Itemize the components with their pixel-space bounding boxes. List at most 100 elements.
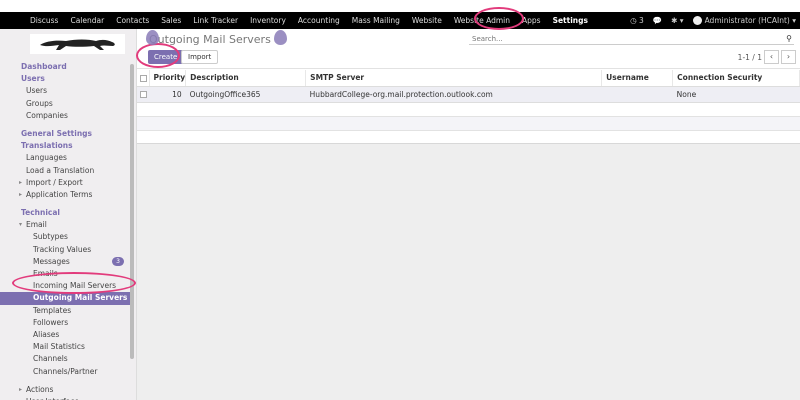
checkbox-icon bbox=[140, 91, 147, 98]
servers-table: Priority Description SMTP Server Usernam… bbox=[137, 70, 800, 145]
chat-icon[interactable]: 💬 bbox=[653, 16, 662, 25]
sidebar-item-label: General Settings bbox=[21, 128, 93, 138]
cell-description: OutgoingOffice365 bbox=[185, 86, 306, 103]
sidebar-item-import-export[interactable]: Import / Export bbox=[0, 177, 130, 189]
sidebar-item-aliases[interactable]: Aliases bbox=[0, 329, 130, 341]
sidebar-item-label: Mail Statistics bbox=[33, 342, 85, 352]
sidebar-item-languages[interactable]: Languages bbox=[0, 152, 130, 164]
cell-username bbox=[601, 86, 673, 103]
row-checkbox[interactable] bbox=[137, 86, 149, 103]
sidebar-item-mail-statistics[interactable]: Mail Statistics bbox=[0, 341, 130, 353]
sidebar-item-label: Application Terms bbox=[26, 189, 93, 199]
menu-item-discuss[interactable]: Discuss bbox=[24, 12, 64, 29]
sidebar-item-outgoing-mail-servers[interactable]: Outgoing Mail Servers bbox=[0, 292, 130, 305]
pager-next-button[interactable]: › bbox=[781, 50, 796, 64]
sidebar-item-load-a-translation[interactable]: Load a Translation bbox=[0, 165, 130, 177]
activity-indicator[interactable]: ◷ 3 bbox=[630, 16, 644, 25]
search-bar[interactable]: ⚲ bbox=[469, 33, 794, 45]
sidebar-item-incoming-mail-servers[interactable]: Incoming Mail Servers bbox=[0, 280, 130, 292]
sidebar-item-user-interface[interactable]: User Interface bbox=[0, 396, 130, 400]
sidebar-item-technical[interactable]: Technical bbox=[0, 207, 130, 219]
table-row[interactable]: 10 OutgoingOffice365 HubbardCollege-org.… bbox=[137, 86, 800, 103]
sidebar-item-channels-partner[interactable]: Channels/Partner bbox=[0, 366, 130, 378]
sidebar-item-followers[interactable]: Followers bbox=[0, 317, 130, 329]
avatar bbox=[692, 16, 702, 26]
menu-item-sales[interactable]: Sales bbox=[155, 12, 187, 29]
sidebar-item-subtypes[interactable]: Subtypes bbox=[0, 231, 130, 243]
annotation-marker bbox=[146, 30, 159, 45]
sidebar-item-label: Actions bbox=[26, 384, 54, 394]
sidebar-item-users[interactable]: Users bbox=[0, 85, 130, 97]
sidebar-item-email[interactable]: Email bbox=[0, 219, 130, 231]
cell-connection-security: None bbox=[672, 86, 800, 103]
menu-item-link-tracker[interactable]: Link Tracker bbox=[187, 12, 244, 29]
annotation-marker bbox=[274, 30, 287, 45]
menu-item-calendar[interactable]: Calendar bbox=[64, 12, 110, 29]
sidebar-item-application-terms[interactable]: Application Terms bbox=[0, 189, 130, 201]
sidebar-item-messages[interactable]: Messages 3 bbox=[0, 256, 130, 268]
sidebar-item-label: Tracking Values bbox=[33, 244, 92, 254]
sidebar: Dashboard Users Users Groups Companies Genera… bbox=[0, 29, 137, 400]
sidebar-item-label: Import / Export bbox=[26, 177, 83, 187]
notifications-count: 3 bbox=[639, 16, 644, 25]
top-navbar: Discuss Calendar Contacts Sales Link Tracker… bbox=[0, 12, 800, 29]
sidebar-item-templates[interactable]: Templates bbox=[0, 305, 130, 317]
menu-item-website[interactable]: Website bbox=[406, 12, 448, 29]
sidebar-item-label: Followers bbox=[33, 317, 69, 327]
sidebar-item-label: Channels/Partner bbox=[33, 366, 98, 376]
main-content: Outgoing Mail Servers ⚲ Create Import 1-… bbox=[137, 29, 800, 400]
sidebar-item-translations[interactable]: Translations bbox=[0, 140, 130, 152]
create-button[interactable]: Create bbox=[148, 50, 184, 64]
menu-item-accounting[interactable]: Accounting bbox=[292, 12, 346, 29]
list-background bbox=[137, 143, 800, 400]
sidebar-item-companies[interactable]: Companies bbox=[0, 110, 130, 122]
empty-row bbox=[137, 130, 800, 145]
column-connection-security[interactable]: Connection Security bbox=[672, 70, 800, 87]
menu-item-mass-mailing[interactable]: Mass Mailing bbox=[346, 12, 406, 29]
sidebar-item-label: Incoming Mail Servers bbox=[33, 281, 117, 291]
sidebar-item-label: Users bbox=[26, 86, 48, 96]
sidebar-item-label: Translations bbox=[21, 141, 73, 151]
sidebar-scrollbar[interactable] bbox=[130, 64, 134, 359]
count-badge: 3 bbox=[112, 257, 124, 267]
company-logo[interactable] bbox=[30, 34, 125, 54]
pager-previous-button[interactable]: ‹ bbox=[764, 50, 779, 64]
search-input[interactable] bbox=[472, 34, 772, 43]
sidebar-item-channels[interactable]: Channels bbox=[0, 353, 130, 365]
sidebar-item-label: Companies bbox=[26, 110, 68, 120]
empty-row bbox=[137, 102, 800, 117]
menu-item-settings[interactable]: Settings bbox=[546, 12, 594, 29]
sidebar-item-users[interactable]: Users bbox=[0, 73, 130, 85]
checkbox-icon bbox=[140, 74, 147, 82]
sidebar-nav: Dashboard Users Users Groups Companies Genera… bbox=[0, 61, 130, 400]
menu-item-website-admin[interactable]: Website Admin bbox=[448, 12, 516, 29]
sidebar-item-label: Emails bbox=[33, 269, 58, 278]
user-menu[interactable]: Administrator (HCAInt) ▾ bbox=[692, 16, 796, 26]
column-smtp-server[interactable]: SMTP Server bbox=[305, 70, 603, 87]
sidebar-item-tracking-values[interactable]: Tracking Values bbox=[0, 244, 130, 256]
sidebar-item-dashboard[interactable]: Dashboard bbox=[0, 61, 130, 73]
column-username[interactable]: Username bbox=[601, 70, 674, 87]
navbar-right: ◷ 3 💬 ✱ ▾ Administrator (HCAInt) ▾ bbox=[630, 12, 796, 29]
menu-item-contacts[interactable]: Contacts bbox=[110, 12, 155, 29]
sidebar-item-label: Outgoing Mail Servers bbox=[33, 293, 128, 303]
sidebar-item-general-settings[interactable]: General Settings bbox=[0, 128, 130, 140]
cell-priority: 10 bbox=[149, 86, 186, 103]
pager-value[interactable]: 1-1 / 1 bbox=[738, 53, 762, 62]
import-button[interactable]: Import bbox=[181, 50, 219, 64]
column-priority[interactable]: Priority bbox=[149, 70, 187, 87]
sidebar-item-actions[interactable]: Actions bbox=[0, 384, 130, 396]
control-panel: Outgoing Mail Servers ⚲ Create Import 1-… bbox=[137, 29, 800, 69]
menu-item-apps[interactable]: Apps bbox=[516, 12, 547, 29]
menu-item-inventory[interactable]: Inventory bbox=[244, 12, 292, 29]
debug-bug-icon[interactable]: ✱ ▾ bbox=[671, 16, 683, 25]
sidebar-item-emails[interactable]: Emails bbox=[0, 268, 130, 280]
cell-smtp-server: HubbardCollege-org.mail.protection.outlo… bbox=[305, 86, 602, 103]
select-all-checkbox[interactable] bbox=[137, 70, 150, 87]
app-menu: Discuss Calendar Contacts Sales Link Tracker… bbox=[0, 12, 594, 29]
sidebar-item-label: Load a Translation bbox=[26, 165, 95, 175]
sidebar-item-label: Technical bbox=[21, 208, 60, 218]
search-icon[interactable]: ⚲ bbox=[786, 34, 792, 43]
column-description[interactable]: Description bbox=[185, 70, 307, 87]
sidebar-item-groups[interactable]: Groups bbox=[0, 98, 130, 110]
